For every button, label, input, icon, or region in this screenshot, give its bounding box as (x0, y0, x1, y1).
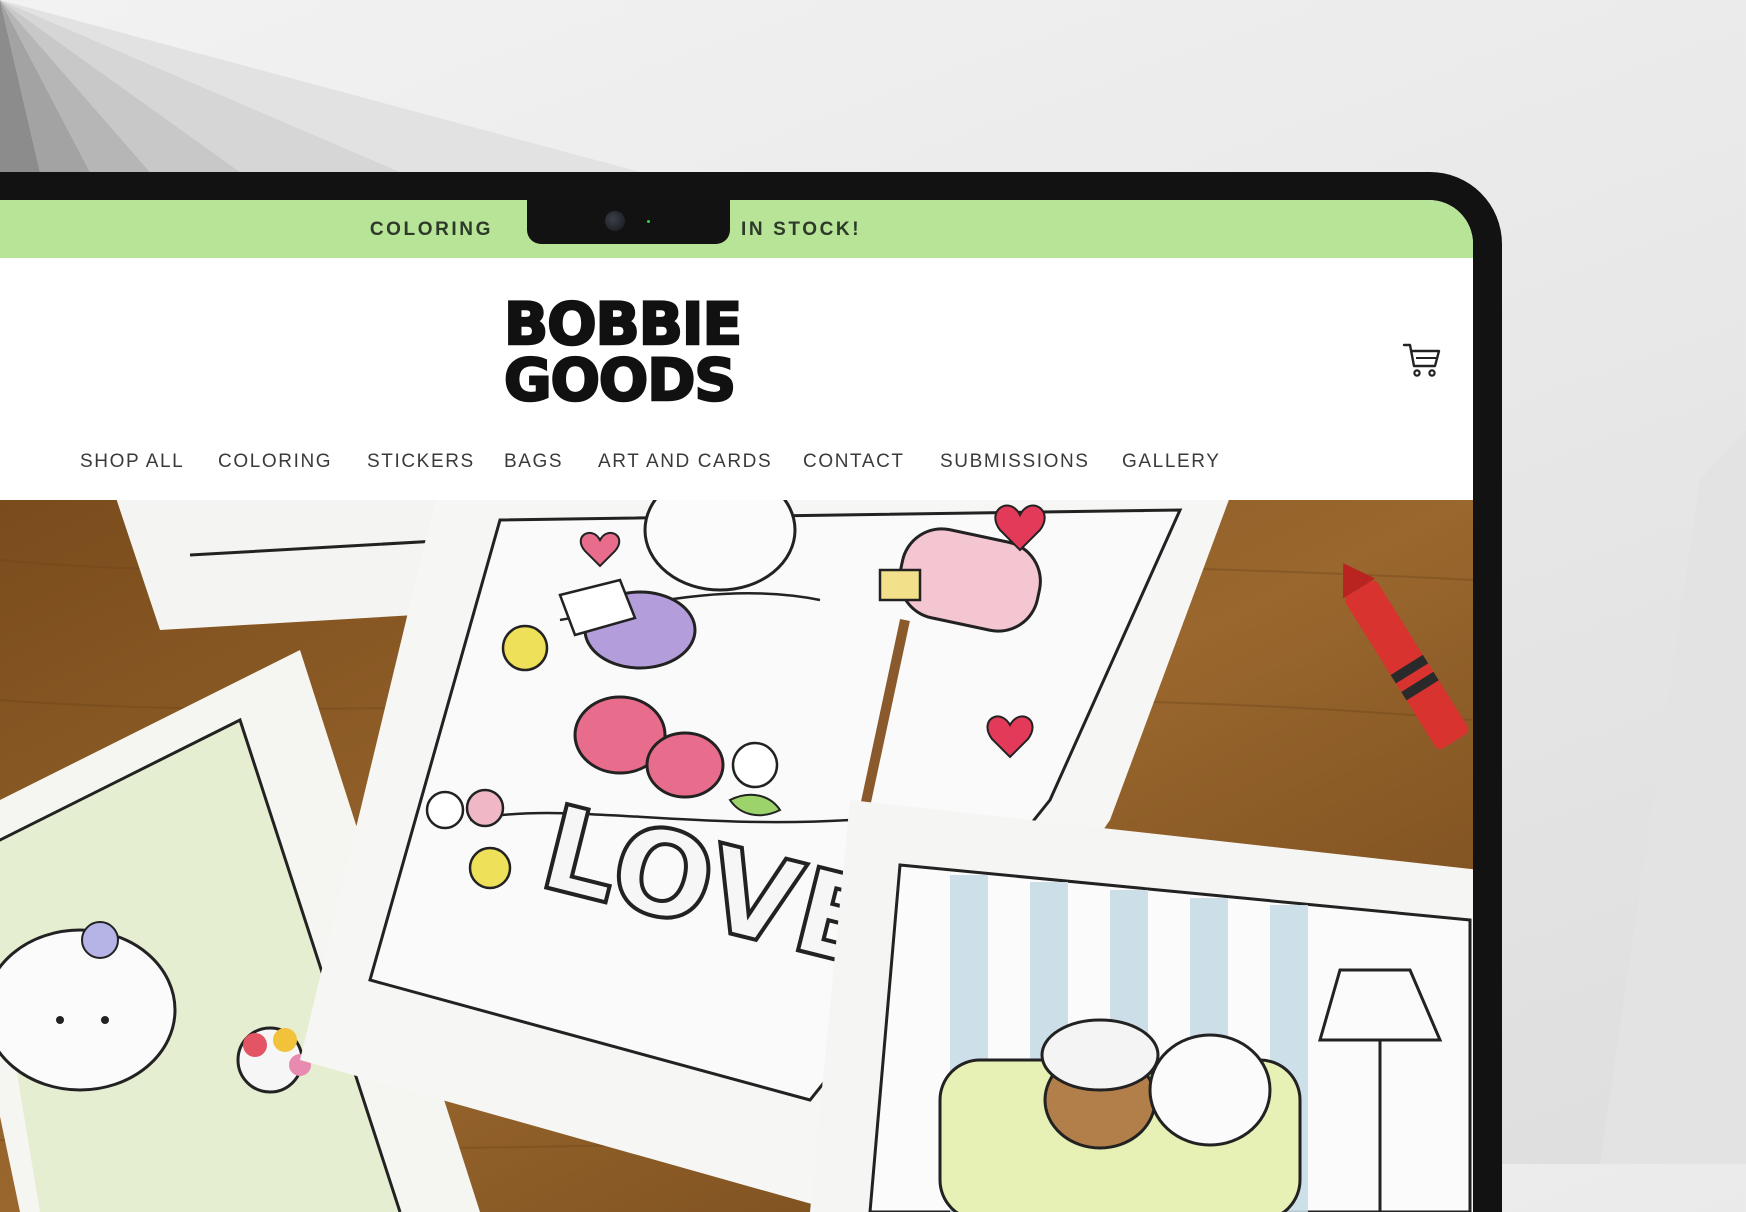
brand-logo-line2: GOODS (503, 346, 738, 414)
browser-screen: COLORING IN STOCK! BOBBIE GOODS SHOP ALL… (0, 200, 1473, 1212)
nav-bags[interactable]: BAGS (504, 424, 563, 500)
nav-art-and-cards[interactable]: ART AND CARDS (598, 424, 772, 500)
camera-notch (527, 200, 730, 244)
cart-icon[interactable] (1402, 342, 1442, 378)
laptop-frame: COLORING IN STOCK! BOBBIE GOODS SHOP ALL… (0, 172, 1502, 1212)
nav-shop-all[interactable]: SHOP ALL (80, 424, 184, 500)
brand-logo[interactable]: BOBBIE GOODS (503, 290, 744, 414)
nav-gallery[interactable]: GALLERY (1122, 424, 1221, 500)
hero-illustration: LOVE (0, 500, 1473, 1212)
camera-led-icon (647, 220, 650, 223)
announcement-text-right: IN STOCK! (741, 219, 862, 240)
site-header: BOBBIE GOODS (0, 258, 1473, 424)
nav-stickers[interactable]: STICKERS (367, 424, 475, 500)
nav-coloring[interactable]: COLORING (218, 424, 332, 500)
hero-banner[interactable]: LOVE (0, 500, 1473, 1212)
main-nav: SHOP ALL COLORING STICKERS BAGS ART AND … (0, 424, 1473, 500)
brand-logo-line1: BOBBIE (503, 290, 744, 358)
announcement-bar: COLORING IN STOCK! (0, 200, 1473, 258)
nav-submissions[interactable]: SUBMISSIONS (940, 424, 1090, 500)
announcement-text-left: COLORING (369, 219, 493, 240)
nav-contact[interactable]: CONTACT (803, 424, 905, 500)
coloring-card-bottomright (810, 800, 1473, 1212)
camera-icon (605, 211, 625, 231)
